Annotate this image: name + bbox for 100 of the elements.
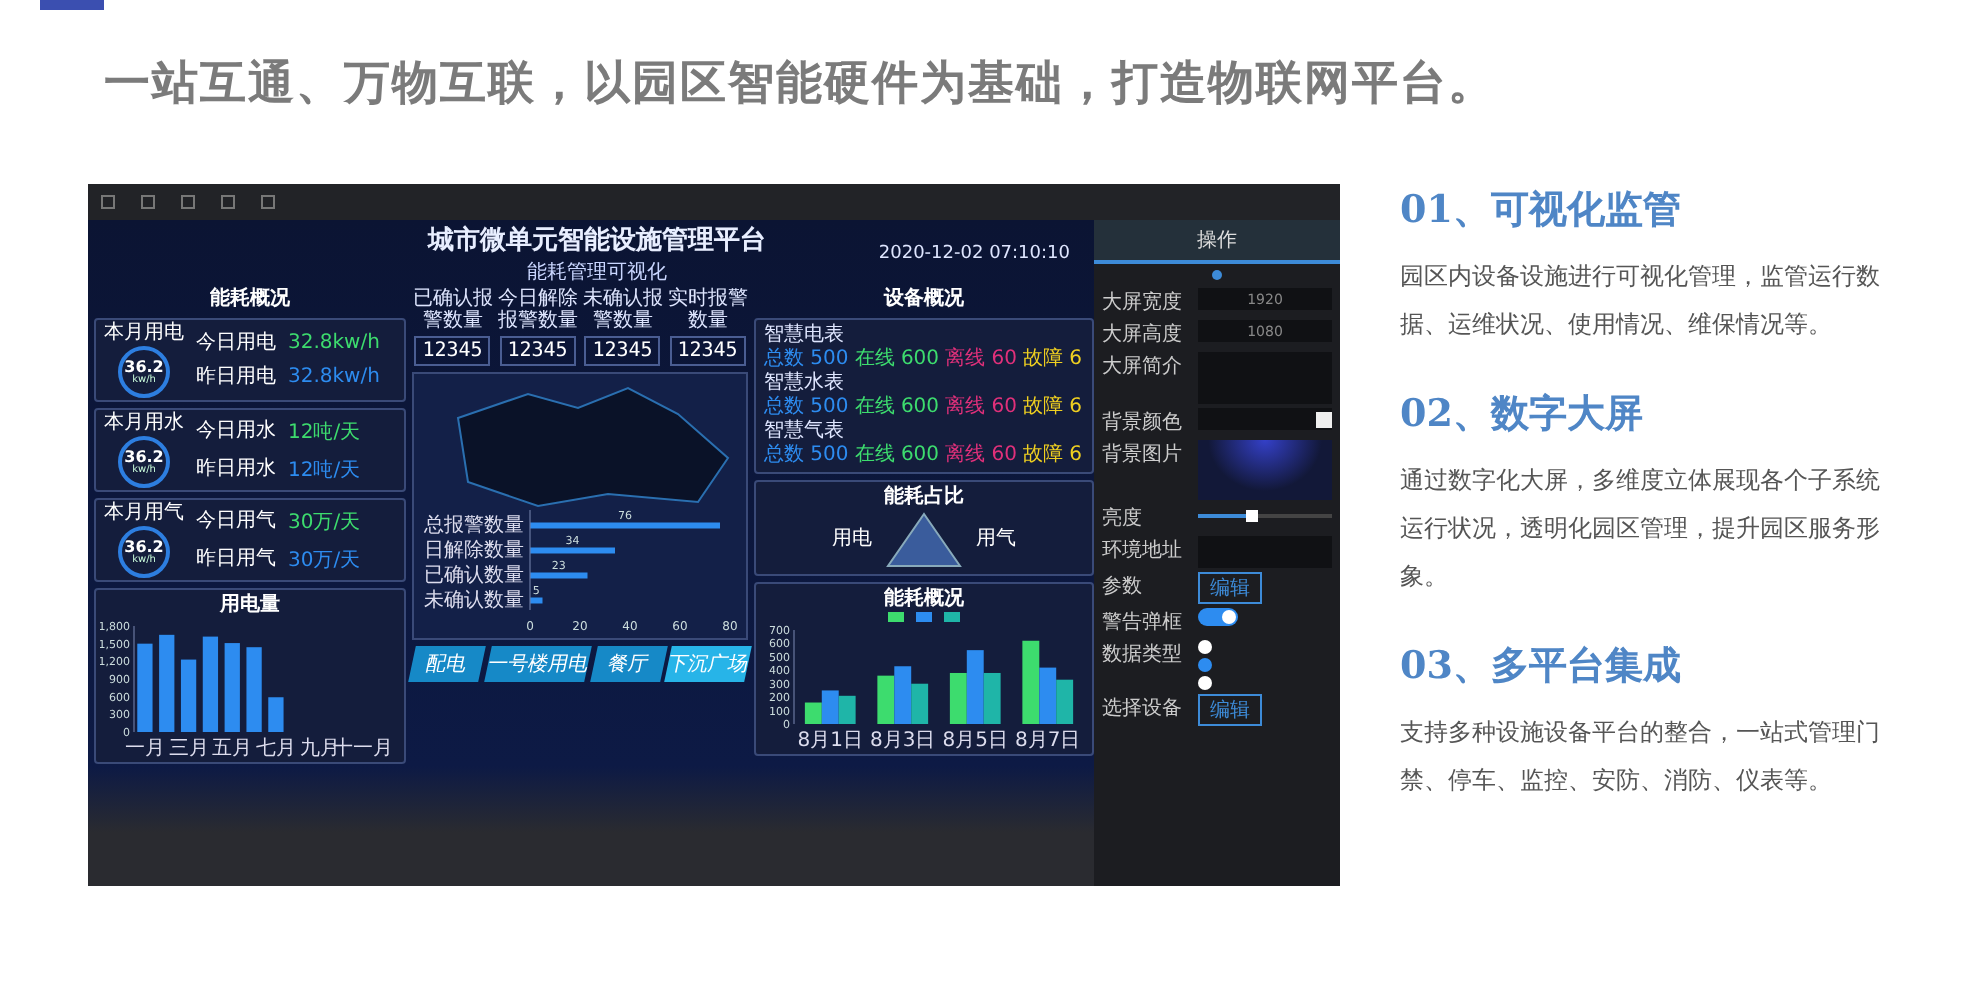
counter-label: 未确认报警数量 (582, 288, 663, 332)
field-label: 大屏高度 (1102, 321, 1184, 348)
slider-handle[interactable] (1245, 510, 1258, 522)
radar-label: 用气 (976, 528, 1016, 552)
section-heading: 能耗概况 (208, 288, 292, 312)
chart-bar (246, 647, 262, 732)
radar-label: 用电 (832, 528, 872, 552)
field-label: 选择设备 (1102, 695, 1184, 722)
chart-bar (877, 675, 895, 724)
legend-swatch (888, 612, 904, 622)
counter-value: 12345 (414, 336, 491, 366)
counter-label: 已确认报警数量 (412, 288, 493, 332)
axis-label: 8月7日 (1015, 730, 1081, 750)
headline: 一站互通、万物互联，以园区智能硬件为基础，打造物联网平台。 (104, 56, 1496, 114)
month-label: 本月用气 (104, 502, 184, 526)
device-online: 在线 600 (854, 396, 942, 420)
month-label: 本月用电 (104, 322, 184, 346)
toolbar-icon[interactable] (100, 194, 116, 210)
feature-text: 园区内设备设施进行可视化管理，监管运行数据、运维状况、使用情况、维保情况等。 (1400, 260, 1880, 342)
edit-button[interactable]: 编辑 (1198, 572, 1262, 604)
field-label: 环境地址 (1102, 537, 1184, 564)
stat-value: 12吨/天 (288, 419, 361, 445)
axis-label: 总报警数量 (424, 514, 524, 537)
chart-bar (949, 672, 967, 724)
radio-button[interactable] (1198, 676, 1212, 690)
chart-bar (530, 547, 615, 554)
legend-swatch (944, 612, 960, 622)
device-total: 总数 500 (764, 444, 851, 468)
chart-bar (1056, 679, 1074, 724)
legend-swatch (916, 612, 932, 622)
feature-text: 通过数字化大屏，多维度立体展现各个子系统运行状况，透明化园区管理，提升园区服务形象。 (1400, 464, 1880, 594)
stat-label: 昨日用气 (196, 547, 276, 571)
category-tab[interactable]: 餐厅 (589, 646, 666, 682)
toolbar-icon[interactable] (180, 194, 196, 210)
edit-button[interactable]: 编辑 (1198, 694, 1262, 726)
image-preview[interactable] (1198, 440, 1332, 500)
stat-value: 32.8kw/h (288, 366, 380, 388)
device-name: 智慧气表 (764, 420, 846, 443)
chart-bar (180, 659, 197, 732)
stat-label: 昨日用水 (196, 457, 276, 481)
field-label: 背景图片 (1102, 441, 1184, 468)
chart-bar (530, 572, 588, 579)
device-name: 智慧水表 (764, 372, 846, 395)
field-label: 警告弹框 (1102, 609, 1184, 636)
dashboard-title: 城市微单元智能设施管理平台 (428, 223, 766, 258)
chart-bar (159, 634, 175, 732)
section-heading: 设备概况 (881, 288, 966, 312)
category-tab[interactable]: 一号楼用电 (483, 646, 591, 682)
chart-bar (894, 666, 912, 724)
axis-label: 8月3日 (870, 730, 936, 750)
axis-label: 三月 (168, 738, 209, 758)
stat-value: 32.8kw/h (288, 332, 380, 354)
datetime: 2020-12-02 07:10:10 (878, 244, 1070, 264)
counter-value: 12345 (584, 336, 661, 366)
axis-label: 五月 (212, 738, 253, 758)
toolbar-icon[interactable] (260, 194, 276, 210)
feature-heading: 01、可视化监管 (1400, 186, 1683, 236)
chart-title: 用电量 (220, 594, 280, 618)
chart-title: 能耗概况 (884, 588, 964, 612)
toolbar-icon[interactable] (140, 194, 156, 210)
radio-button[interactable] (1198, 640, 1212, 654)
counter-label: 实时报警数量 (667, 288, 748, 332)
radio-button[interactable] (1198, 658, 1212, 672)
panel-tab[interactable]: 操作 (1094, 220, 1340, 264)
axis-label: 一月 (124, 738, 165, 758)
device-total: 总数 500 (764, 396, 851, 419)
field-label: 数据类型 (1102, 641, 1184, 668)
color-swatch[interactable] (1316, 411, 1332, 427)
category-tab[interactable]: 配电 (408, 646, 485, 682)
field-label: 参数 (1102, 573, 1144, 600)
chart-bar (202, 636, 219, 732)
feature-heading: 03、多平台集成 (1400, 642, 1683, 692)
axis-label: 日解除数量 (424, 539, 524, 562)
chart-bar (224, 643, 240, 732)
field-label: 背景颜色 (1102, 409, 1184, 436)
axis-label: 已确认数量 (424, 564, 524, 587)
stat-label: 今日用气 (196, 509, 276, 533)
indicator-dot (1212, 270, 1222, 280)
device-offline: 离线 60 (945, 348, 1019, 372)
color-field[interactable] (1198, 408, 1332, 430)
stat-label: 今日用电 (196, 331, 276, 355)
chart-bar (268, 697, 284, 732)
axis-label: 未确认数量 (424, 589, 524, 612)
radar-drawing (884, 510, 964, 570)
counter-value: 12345 (669, 336, 746, 366)
stat-value: 30万/天 (288, 509, 361, 535)
dashboard-subtitle: 能耗管理可视化 (527, 259, 667, 286)
toggle-switch[interactable] (1198, 608, 1238, 626)
device-online: 在线 600 (854, 348, 942, 372)
toolbar-icon[interactable] (220, 194, 236, 210)
stat-value: 30万/天 (288, 547, 361, 573)
counter-value: 12345 (499, 336, 576, 366)
device-offline: 离线 60 (945, 444, 1019, 468)
chart-bar (137, 643, 153, 732)
device-online: 在线 600 (854, 444, 942, 468)
chart-bar (530, 597, 543, 604)
device-offline: 离线 60 (945, 396, 1019, 420)
feature-text: 支持多种设施设备平台的整合，一站式管理门禁、停车、监控、安防、消防、仪表等。 (1400, 716, 1880, 798)
device-fault: 故障 6 (1022, 444, 1084, 468)
feature-heading: 02、数字大屏 (1400, 390, 1645, 440)
